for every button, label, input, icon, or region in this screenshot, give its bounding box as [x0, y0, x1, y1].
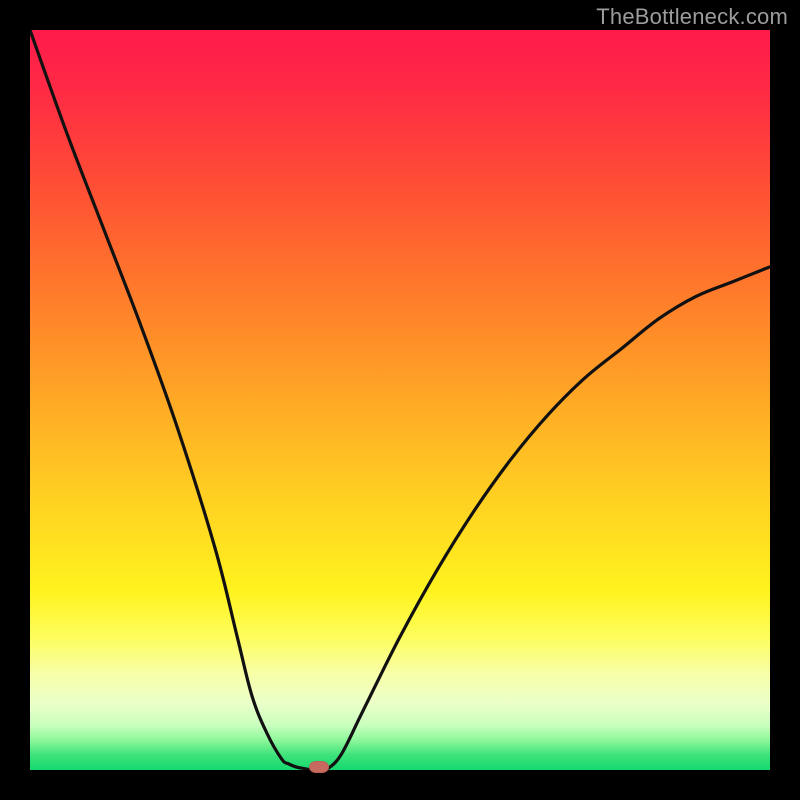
chart-frame: TheBottleneck.com: [0, 0, 800, 800]
watermark-text: TheBottleneck.com: [596, 4, 788, 30]
plot-area: [30, 30, 770, 770]
curve-right-path: [326, 267, 770, 770]
optimum-marker: [309, 761, 329, 773]
curve-left-path: [30, 30, 311, 770]
bottleneck-curve: [30, 30, 770, 770]
